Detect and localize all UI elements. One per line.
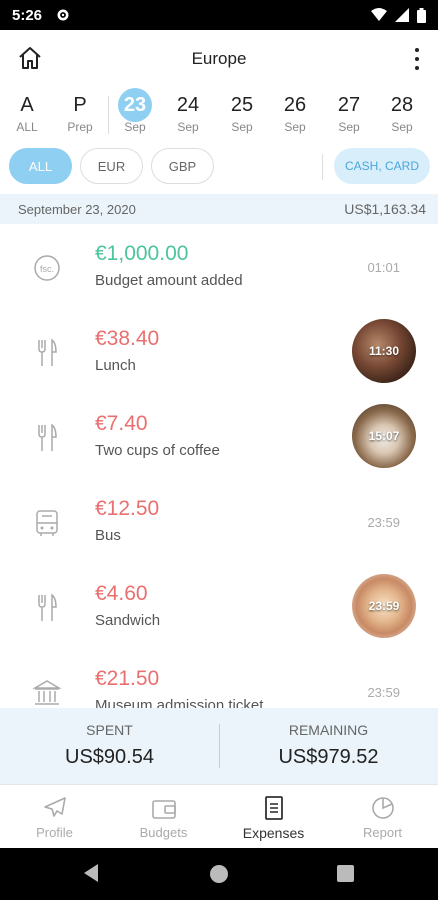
expense-amount: €7.40 (95, 412, 148, 435)
remaining-summary: REMAINING US$979.52 (219, 708, 438, 784)
expense-description: Lunch (95, 357, 136, 374)
date-prep[interactable]: P Prep (60, 88, 100, 134)
recent-apps-icon[interactable] (337, 865, 354, 882)
date-27[interactable]: 27 Sep (329, 88, 369, 134)
expense-photo-thumbnail[interactable]: 23:59 (352, 574, 416, 638)
spent-summary: SPENT US$90.54 (0, 708, 219, 784)
currency-filters: ALL EUR GBP CASH, CARD (0, 148, 438, 186)
budget-summary: SPENT US$90.54 REMAINING US$979.52 (0, 708, 438, 784)
date-28[interactable]: 28 Sep (382, 88, 422, 134)
expense-photo-thumbnail[interactable]: 11:30 (352, 319, 416, 383)
expense-amount: €4.60 (95, 582, 148, 605)
expense-amount: €38.40 (95, 327, 160, 350)
cell-signal-icon (395, 8, 409, 22)
battery-icon (417, 7, 426, 23)
date-all[interactable]: A ALL (7, 88, 47, 134)
wallet-icon (151, 800, 176, 819)
expense-time: 23:59 (367, 685, 400, 700)
trip-title: Europe (191, 49, 247, 68)
tab-profile[interactable]: Profile (0, 785, 109, 849)
expense-row[interactable]: €21.50 Museum admission ticket 23:59 (0, 649, 438, 708)
pie-chart-icon (371, 797, 394, 819)
tab-label: Report (362, 825, 403, 840)
expense-time: 23:59 (367, 515, 400, 530)
tab-report[interactable]: Report (328, 785, 437, 849)
day-header: September 23, 2020 US$1,163.34 (0, 194, 438, 224)
tab-expenses[interactable]: Expenses (219, 785, 328, 849)
receipt-icon (264, 796, 283, 820)
expense-row[interactable]: €12.50 Bus 23:59 (0, 479, 438, 564)
tab-label: Budgets (139, 825, 188, 840)
fork-knife-icon (30, 591, 64, 625)
expense-description: Sandwich (95, 612, 161, 629)
remaining-label: REMAINING (288, 722, 369, 738)
app-bar: Europe (0, 30, 438, 88)
expense-row[interactable]: fsc. €1,000.00 Budget amount added 01:01 (0, 224, 438, 309)
back-icon[interactable] (84, 864, 98, 882)
bottom-tab-bar: Profile Budgets Expenses Report (0, 784, 438, 848)
filter-gbp-button[interactable]: GBP (151, 148, 214, 184)
settings-gear-icon (57, 9, 69, 21)
date-23[interactable]: 23 Sep (115, 88, 155, 134)
remaining-value: US$979.52 (278, 746, 379, 768)
expense-time: 01:01 (367, 260, 400, 275)
tab-label: Profile (36, 825, 73, 840)
filter-eur-button[interactable]: EUR (80, 148, 143, 184)
expense-amount: €1,000.00 (95, 242, 189, 265)
date-26[interactable]: 26 Sep (275, 88, 315, 134)
expense-description: Two cups of coffee (95, 442, 220, 459)
expense-amount: €12.50 (95, 497, 160, 520)
filter-divider (322, 154, 323, 180)
filter-all-button[interactable]: ALL (9, 148, 72, 184)
date-strip: A ALL P Prep 23 Sep 24 Sep 25 Sep 26 Sep 27 Sep… (0, 88, 438, 142)
bus-icon (30, 506, 64, 540)
tab-label: Expenses (242, 825, 305, 841)
spent-label: SPENT (86, 722, 133, 738)
expense-list[interactable]: fsc. €1,000.00 Budget amount added 01:01… (0, 224, 438, 708)
day-total: US$1,163.34 (344, 201, 426, 217)
expense-time: 23:59 (368, 599, 400, 613)
wifi-icon (371, 8, 387, 21)
date-divider (108, 96, 109, 134)
expense-photo-thumbnail[interactable]: 15:07 (352, 404, 416, 468)
day-date: September 23, 2020 (18, 201, 136, 217)
svg-text:fsc.: fsc. (40, 264, 54, 274)
budget-coin-icon: fsc. (30, 251, 64, 285)
system-navigation-bar (0, 848, 438, 900)
expense-time: 11:30 (368, 344, 400, 358)
museum-icon (30, 676, 64, 708)
expense-row[interactable]: €7.40 Two cups of coffee 15:07 (0, 394, 438, 479)
expense-amount: €21.50 (95, 667, 160, 690)
expense-description: Museum admission ticket (95, 697, 264, 708)
home-icon[interactable] (16, 44, 44, 72)
home-button-icon[interactable] (210, 865, 228, 883)
airplane-icon (43, 797, 66, 817)
expense-time: 15:07 (368, 429, 400, 443)
payment-method-filter-button[interactable]: CASH, CARD (334, 148, 430, 184)
fork-knife-icon (30, 336, 64, 370)
status-time: 5:26 (12, 6, 43, 24)
fork-knife-icon (30, 421, 64, 455)
tab-budgets[interactable]: Budgets (109, 785, 218, 849)
status-bar: 5:26 (0, 0, 438, 30)
spent-value: US$90.54 (65, 746, 154, 768)
date-24[interactable]: 24 Sep (168, 88, 208, 134)
expense-row[interactable]: €4.60 Sandwich 23:59 (0, 564, 438, 649)
expense-description: Bus (95, 527, 121, 544)
more-options-icon[interactable] (414, 48, 420, 70)
expense-description: Budget amount added (95, 272, 243, 289)
expense-row[interactable]: €38.40 Lunch 11:30 (0, 309, 438, 394)
date-25[interactable]: 25 Sep (222, 88, 262, 134)
